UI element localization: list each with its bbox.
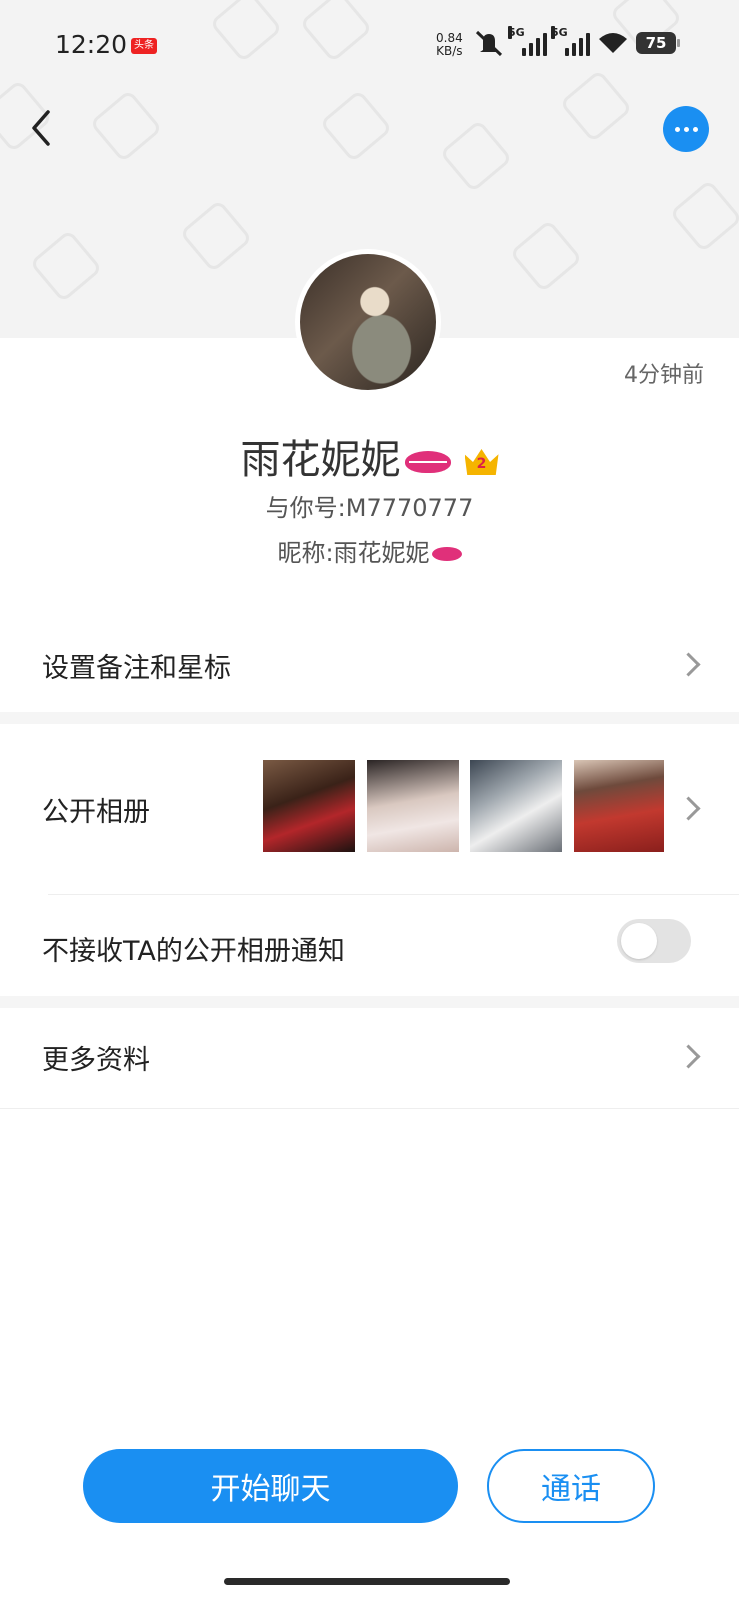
- status-time: 12:20: [55, 30, 128, 59]
- row-divider: [0, 1108, 739, 1109]
- status-icons: 5G 5G 75: [474, 26, 680, 56]
- pattern-icon: [509, 219, 583, 293]
- chevron-right-icon: [676, 652, 701, 677]
- pattern-icon: [439, 119, 513, 193]
- pattern-icon: [89, 89, 163, 163]
- pattern-icon: [179, 199, 253, 273]
- nickname-text: 昵称:雨花妮妮: [277, 539, 430, 567]
- avatar[interactable]: [295, 249, 441, 395]
- lips-icon: [431, 547, 462, 561]
- chevron-right-icon: [676, 1044, 701, 1069]
- pattern-icon: [29, 229, 103, 303]
- more-info-row[interactable]: 更多资料: [0, 1008, 739, 1108]
- network-speed-unit: KB/s: [436, 44, 463, 58]
- profile-name-row: 雨花妮妮 2: [0, 427, 739, 485]
- pattern-icon: [319, 89, 393, 163]
- pattern-icon: [669, 179, 739, 253]
- mute-icon: [475, 30, 503, 56]
- call-button[interactable]: 通话: [487, 1449, 655, 1523]
- album-thumbnail[interactable]: [263, 760, 355, 852]
- news-app-badge: 头条: [131, 38, 157, 54]
- more-options-button[interactable]: [663, 106, 709, 152]
- signal-tag: 5G: [508, 26, 525, 39]
- album-thumbnail[interactable]: [367, 760, 459, 852]
- crown-icon[interactable]: 2: [464, 449, 499, 475]
- back-icon[interactable]: [24, 106, 64, 150]
- set-remark-row[interactable]: 设置备注和星标: [0, 616, 739, 712]
- signal-icon: 5G: [508, 26, 547, 56]
- signal-icon: 5G: [551, 26, 590, 56]
- signal-tag: 5G: [551, 26, 568, 39]
- album-notify-toggle[interactable]: [617, 919, 691, 963]
- more-icon: [674, 126, 680, 132]
- network-speed: 0.84 KB/s: [436, 32, 463, 58]
- album-thumbnail[interactable]: [574, 760, 664, 852]
- public-album-label: 公开相册: [42, 797, 150, 828]
- section-divider: [0, 996, 739, 1008]
- set-remark-label: 设置备注和星标: [42, 653, 231, 684]
- wifi-icon: [599, 33, 627, 53]
- chevron-right-icon: [676, 796, 701, 821]
- nickname-row: 昵称:雨花妮妮: [0, 533, 739, 568]
- more-info-label: 更多资料: [42, 1045, 150, 1076]
- home-indicator[interactable]: [224, 1578, 510, 1585]
- account-id: 与你号:M7770777: [265, 494, 474, 522]
- battery-icon: 75: [636, 32, 680, 54]
- toggle-knob: [621, 923, 657, 959]
- status-bar: 12:20 头条 0.84 KB/s 5G 5G 75: [0, 0, 739, 90]
- last-seen-time: 4分钟前: [624, 363, 704, 388]
- album-notify-label: 不接收TA的公开相册通知: [42, 936, 345, 967]
- profile-name: 雨花妮妮: [240, 437, 401, 483]
- lips-icon: [404, 451, 451, 473]
- start-chat-button[interactable]: 开始聊天: [83, 1449, 458, 1523]
- section-divider: [0, 712, 739, 724]
- album-thumbnail[interactable]: [470, 760, 562, 852]
